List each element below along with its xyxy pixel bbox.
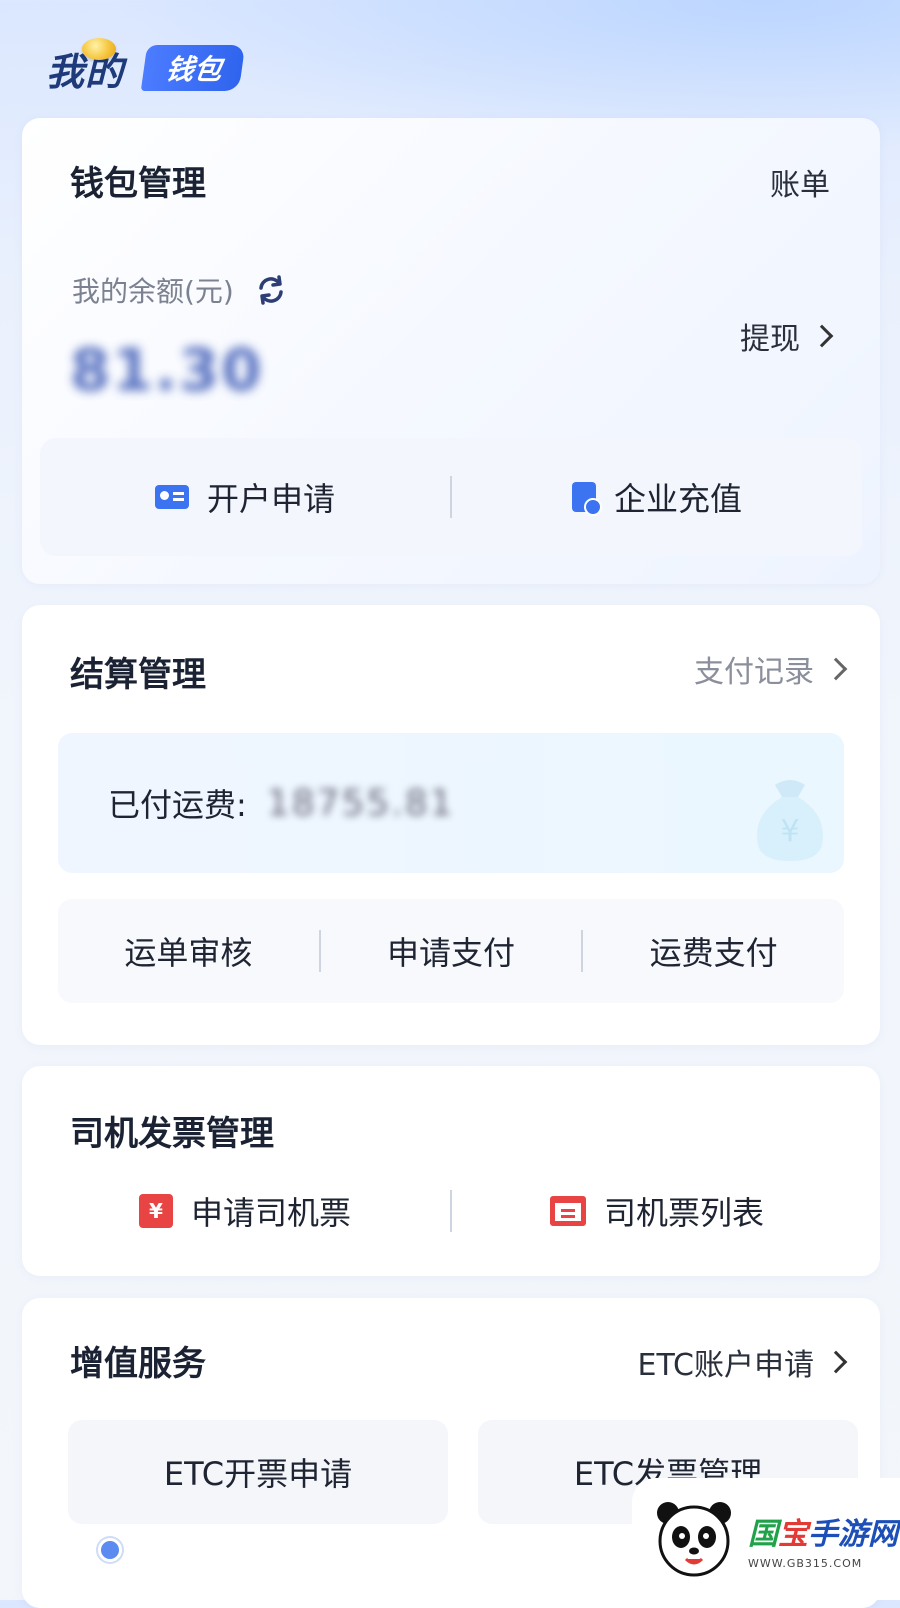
settlement-card: 结算管理 支付记录 已付运费: 18755.81 ¥ 运单审核 申请支付 运费支…: [22, 605, 880, 1045]
recharge-icon: [571, 482, 602, 516]
waybill-review-button[interactable]: 运单审核: [58, 928, 319, 974]
value-added-title: 增值服务: [70, 1344, 206, 1384]
apply-driver-invoice-button[interactable]: ¥ 申请司机票: [40, 1188, 450, 1234]
panda-logo-icon: [657, 1502, 731, 1577]
chevron-right-icon: [810, 324, 834, 348]
apply-payment-button[interactable]: 申请支付: [321, 928, 582, 974]
bill-link[interactable]: 账单: [770, 160, 830, 204]
balance-label: 我的余额(元): [72, 275, 234, 308]
etc-invoice-apply-button[interactable]: ETC开票申请: [68, 1420, 448, 1524]
indicator-dot: [98, 1538, 122, 1562]
watermark-url: WWW.GB315.COM: [748, 1556, 863, 1570]
payment-records-link[interactable]: 支付记录: [694, 647, 848, 691]
driver-invoice-card: 司机发票管理 ¥ 申请司机票 司机票列表: [22, 1066, 880, 1276]
withdraw-link[interactable]: 提现: [740, 314, 834, 358]
payment-records-label: 支付记录: [694, 655, 814, 690]
enterprise-recharge-button[interactable]: 企业充值: [452, 474, 862, 520]
svg-text:¥: ¥: [780, 814, 799, 849]
money-bag-icon: ¥: [757, 780, 823, 861]
coin-icon: [82, 38, 116, 60]
paid-freight-panel: 已付运费: 18755.81 ¥: [58, 733, 844, 873]
open-account-button[interactable]: 开户申请: [40, 474, 450, 520]
refresh-icon[interactable]: [254, 273, 288, 307]
wallet-card: 钱包管理 账单 我的余额(元) 81.30 提现 开户申请 企业充值: [22, 118, 880, 584]
freight-payment-button[interactable]: 运费支付: [583, 928, 844, 974]
watermark-text: 国宝手游网 WWW.GB315.COM: [748, 1509, 898, 1570]
driver-invoice-list-button[interactable]: 司机票列表: [452, 1188, 862, 1234]
wallet-action-bar: 开户申请 企业充值: [40, 438, 862, 556]
watermark-name: 国宝手游网: [748, 1516, 898, 1552]
apply-driver-invoice-label: 申请司机票: [190, 1194, 351, 1232]
paid-freight-value: 18755.81: [266, 782, 455, 824]
watermark: 国宝手游网 WWW.GB315.COM: [632, 1478, 900, 1600]
enterprise-recharge-label: 企业充值: [613, 480, 742, 518]
invoice-action-row: ¥ 申请司机票 司机票列表: [40, 1166, 862, 1256]
driver-invoice-list-label: 司机票列表: [603, 1194, 764, 1232]
etc-account-label: ETC账户申请: [637, 1348, 814, 1383]
chevron-right-icon: [824, 657, 848, 681]
driver-invoice-title: 司机发票管理: [70, 1114, 274, 1154]
balance-label-row: 我的余额(元): [72, 270, 288, 310]
chevron-right-icon: [824, 1350, 848, 1374]
apply-invoice-icon: ¥: [138, 1194, 173, 1228]
page-header: 我的 钱包: [46, 40, 246, 96]
invoice-list-icon: [549, 1196, 586, 1226]
id-card-icon: [154, 485, 189, 509]
settlement-title: 结算管理: [70, 655, 206, 695]
etc-account-link[interactable]: ETC账户申请: [637, 1340, 848, 1384]
wallet-title: 钱包管理: [70, 164, 206, 204]
bill-label: 账单: [770, 168, 830, 203]
balance-value: 81.30: [70, 336, 264, 404]
open-account-label: 开户申请: [206, 480, 335, 518]
wallet-badge: 钱包: [140, 45, 246, 91]
settlement-action-bar: 运单审核 申请支付 运费支付: [58, 899, 844, 1003]
withdraw-label: 提现: [740, 322, 800, 357]
paid-freight-label: 已付运费:: [108, 786, 247, 824]
